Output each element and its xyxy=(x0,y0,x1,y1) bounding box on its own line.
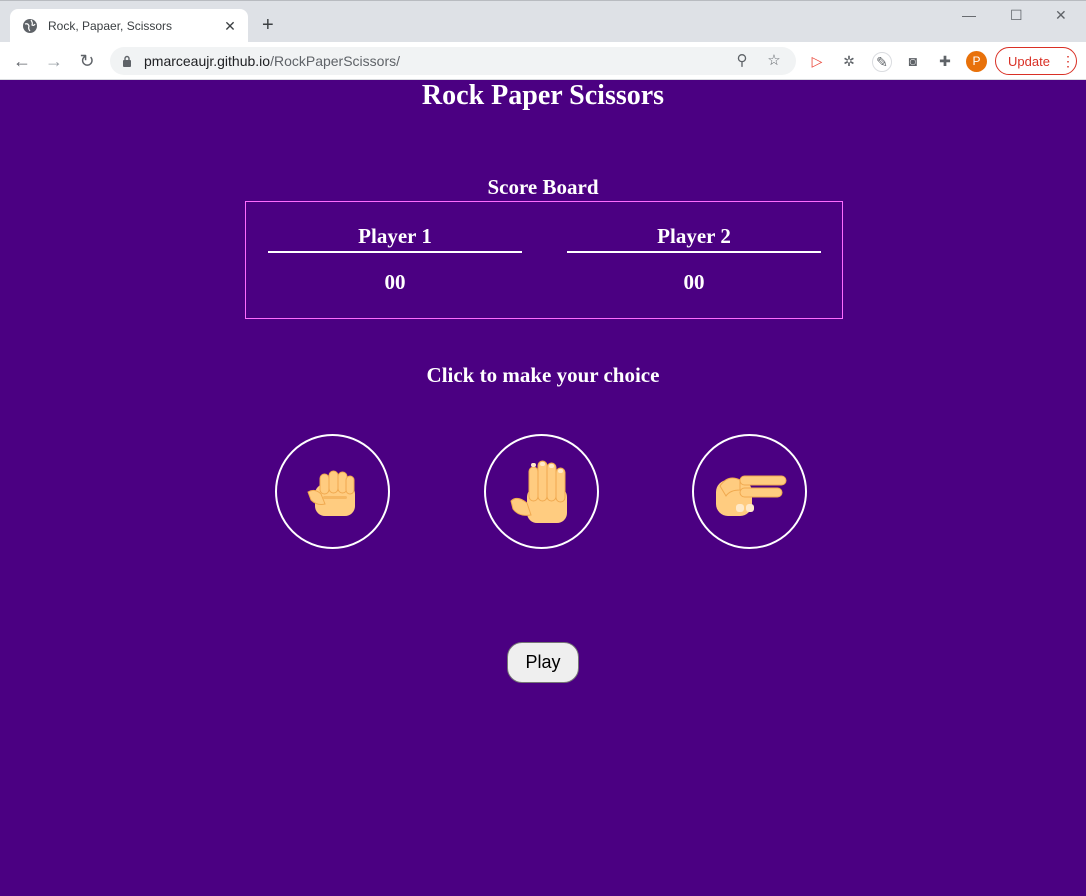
paper-hand-icon xyxy=(509,460,567,523)
scissors-hand-icon xyxy=(715,475,786,516)
update-label: Update xyxy=(1008,53,1050,69)
minimize-icon[interactable]: — xyxy=(962,7,976,23)
page-title: Rock Paper Scissors xyxy=(421,80,665,111)
extension-cast-icon[interactable]: ▷ xyxy=(808,52,826,70)
update-button[interactable]: Update ⋮ xyxy=(995,47,1077,75)
tab-title: Rock, Papaer, Scissors xyxy=(48,19,173,33)
extension-bug-icon[interactable]: ✲ xyxy=(840,52,858,70)
url-text: pmarceaujr.github.io/RockPaperScissors/ xyxy=(144,53,732,69)
choice-prompt: Click to make your choice xyxy=(426,363,660,387)
scissors-choice-button[interactable] xyxy=(692,434,807,549)
back-icon[interactable]: ← xyxy=(12,51,32,71)
tab-close-icon[interactable]: ✕ xyxy=(222,18,238,35)
player-2-name: Player 2 xyxy=(567,224,821,253)
play-button[interactable]: Play xyxy=(507,642,579,683)
browser-toolbar: ← → ↻ pmarceaujr.github.io/RockPaperScis… xyxy=(0,42,1086,80)
address-bar[interactable]: pmarceaujr.github.io/RockPaperScissors/ … xyxy=(110,47,796,75)
browser-tab[interactable]: Rock, Papaer, Scissors ✕ xyxy=(10,9,248,43)
extensions-puzzle-icon[interactable]: ✚ xyxy=(936,52,954,70)
rock-hand-icon xyxy=(306,470,355,516)
player-1-score: 00 xyxy=(384,270,406,294)
profile-avatar[interactable]: P xyxy=(966,51,987,72)
page-content: Rock Paper Scissors Score Board Player 1… xyxy=(0,80,1086,896)
player-2-panel: Player 2 00 xyxy=(567,224,821,295)
window-close-icon[interactable]: ✕ xyxy=(1055,7,1067,24)
url-path: /RockPaperScissors/ xyxy=(270,53,401,69)
player-1-panel: Player 1 00 xyxy=(268,224,522,295)
player-1-name: Player 1 xyxy=(268,224,522,253)
maximize-icon[interactable]: ☐ xyxy=(1010,7,1023,24)
rock-choice-button[interactable] xyxy=(275,434,390,549)
scoreboard-title: Score Board xyxy=(487,175,599,199)
lock-icon xyxy=(123,55,131,67)
menu-dots-icon[interactable]: ⋮ xyxy=(1060,53,1076,70)
zoom-icon[interactable]: ⚲ xyxy=(732,51,752,71)
forward-icon[interactable]: → xyxy=(44,51,64,71)
bookmark-star-icon[interactable]: ☆ xyxy=(764,51,784,71)
new-tab-icon[interactable]: + xyxy=(262,15,274,35)
extension-camera-icon[interactable]: ◙ xyxy=(904,52,922,70)
browser-tab-strip: Rock, Papaer, Scissors ✕ + — ☐ ✕ xyxy=(0,0,1086,43)
paper-choice-button[interactable] xyxy=(484,434,599,549)
reload-icon[interactable]: ↻ xyxy=(77,51,97,71)
player-2-score: 00 xyxy=(683,270,705,294)
extension-eyedropper-icon[interactable]: ✎ xyxy=(872,52,892,72)
globe-icon xyxy=(23,19,37,33)
scoreboard: Player 1 00 Player 2 00 xyxy=(245,201,843,319)
url-host: pmarceaujr.github.io xyxy=(144,53,271,69)
